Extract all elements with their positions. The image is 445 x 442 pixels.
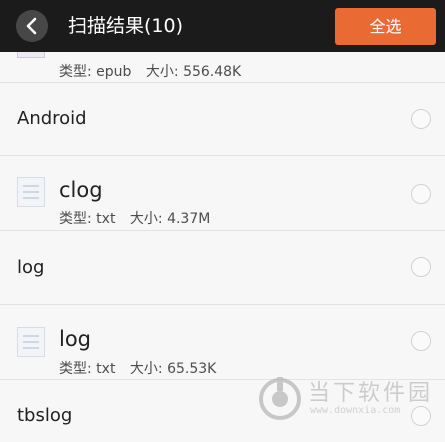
watermark-logo-icon — [259, 377, 301, 420]
file-meta: 类型: epub 大小: 556.48K — [59, 64, 242, 80]
file-meta: 类型: txt 大小: 4.37M — [59, 211, 211, 227]
file-row[interactable]: log — [0, 231, 445, 305]
file-row[interactable]: Android — [0, 83, 445, 156]
select-radio[interactable] — [411, 184, 431, 204]
page-title: 扫描结果(10) — [68, 15, 184, 37]
select-radio[interactable] — [411, 109, 431, 129]
file-name: tbslog — [17, 405, 73, 426]
watermark: 当下软件园 www.downxia.com — [258, 375, 438, 427]
file-name: log — [17, 257, 45, 278]
chevron-left-icon — [26, 17, 37, 35]
select-all-button[interactable]: 全选 — [335, 8, 436, 45]
file-meta: 类型: txt 大小: 65.53K — [59, 361, 217, 377]
back-button[interactable] — [16, 10, 48, 42]
watermark-name: 当下软件园 — [308, 381, 434, 406]
file-name: log — [59, 327, 92, 351]
file-name: clog — [59, 178, 103, 202]
select-radio[interactable] — [411, 331, 431, 351]
select-radio[interactable] — [411, 257, 431, 277]
watermark-url: www.downxia.com — [310, 405, 401, 416]
top-bar: 扫描结果(10) 全选 — [0, 0, 445, 52]
file-name: Android — [17, 108, 87, 129]
file-row[interactable]: log 类型: txt 大小: 65.53K — [0, 305, 445, 380]
document-icon — [17, 327, 45, 357]
file-row[interactable]: clog 类型: txt 大小: 4.37M — [0, 156, 445, 231]
document-icon — [17, 177, 45, 207]
